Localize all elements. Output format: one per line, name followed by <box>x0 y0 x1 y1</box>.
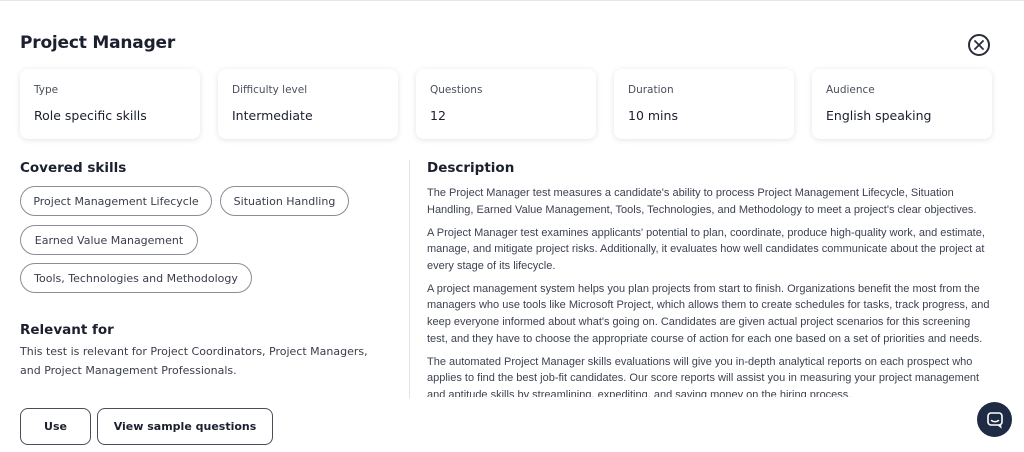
description-paragraph: A Project Manager test examines applican… <box>427 226 985 272</box>
card-value: 10 mins <box>628 108 678 123</box>
info-card-audience: Audience English speaking <box>812 69 992 139</box>
info-cards: Type Role specific skills Difficulty lev… <box>20 69 992 139</box>
info-card-difficulty: Difficulty level Intermediate <box>218 69 398 139</box>
column-divider <box>409 160 410 398</box>
close-button[interactable] <box>968 34 990 56</box>
skill-chip[interactable]: Tools, Technologies and Methodology <box>20 263 252 293</box>
description-paragraph: A project management system helps you pl… <box>427 282 990 345</box>
relevant-for-heading: Relevant for <box>20 322 114 338</box>
chat-bubble-icon <box>986 411 1003 429</box>
skill-chip[interactable]: Project Management Lifecycle <box>20 186 212 216</box>
chat-widget-button[interactable] <box>977 402 1012 437</box>
card-label: Duration <box>628 84 674 96</box>
card-label: Difficulty level <box>232 84 308 96</box>
description-paragraph: The Project Manager test measures a cand… <box>427 187 977 216</box>
card-value: English speaking <box>826 108 932 123</box>
covered-skills-heading: Covered skills <box>20 160 127 176</box>
card-label: Audience <box>826 84 875 96</box>
relevant-for-text: This test is relevant for Project Coordi… <box>20 345 368 377</box>
description-paragraph: The automated Project Manager skills eva… <box>427 355 980 397</box>
card-value: 12 <box>430 108 446 123</box>
skill-chip[interactable]: Earned Value Management <box>20 225 198 255</box>
top-divider <box>0 0 1024 1</box>
description-body[interactable]: The Project Manager test measures a cand… <box>427 185 992 397</box>
info-card-duration: Duration 10 mins <box>614 69 794 139</box>
info-card-questions: Questions 12 <box>416 69 596 139</box>
card-value: Role specific skills <box>34 108 147 123</box>
info-card-type: Type Role specific skills <box>20 69 200 139</box>
description-heading: Description <box>427 160 515 176</box>
skill-chip[interactable]: Situation Handling <box>220 186 349 216</box>
use-button[interactable]: Use <box>20 408 91 445</box>
card-label: Type <box>34 84 59 96</box>
modal-title: Project Manager <box>20 33 176 53</box>
card-label: Questions <box>430 84 483 96</box>
close-icon <box>974 40 984 50</box>
card-value: Intermediate <box>232 108 313 123</box>
view-sample-questions-button[interactable]: View sample questions <box>97 408 273 445</box>
